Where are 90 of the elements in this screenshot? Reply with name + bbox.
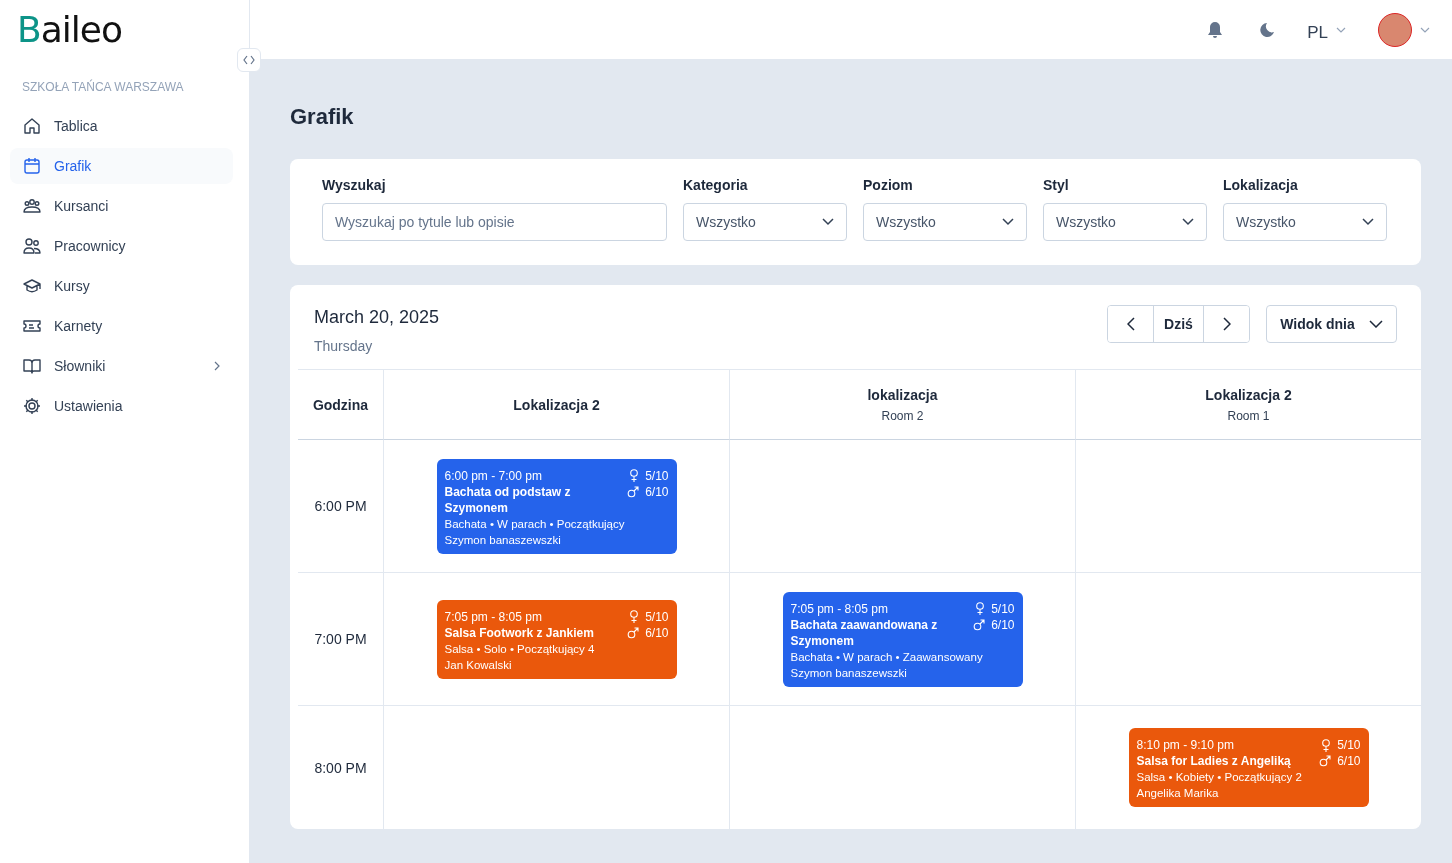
sidebar-item[interactable]: Kursanci xyxy=(10,188,233,224)
event-teacher: Jan Kowalski xyxy=(444,657,513,673)
field-label: Poziom xyxy=(863,177,913,193)
female-icon xyxy=(629,469,640,482)
field-label: Lokalizacja xyxy=(1223,177,1298,193)
male-count: 6/10 xyxy=(645,483,669,500)
event-details: Salsa • Kobiety • Początkujący 2 xyxy=(1136,770,1303,785)
event-details: Salsa • Solo • Początkujący 4 xyxy=(444,641,596,657)
male-icon xyxy=(1319,755,1332,767)
chevrons-icon xyxy=(243,55,255,65)
female-count: 5/10 xyxy=(645,467,669,484)
people-icon xyxy=(22,196,42,216)
time-label: 6:00 PM xyxy=(314,498,367,514)
event-time: 8:10 pm - 9:10 pm xyxy=(1136,737,1235,753)
chevron-down-icon xyxy=(1368,320,1383,328)
field-label: Kategoria xyxy=(683,177,748,193)
male-icon xyxy=(627,626,640,639)
chevron-down-icon xyxy=(1362,218,1374,226)
language-selector[interactable]: PL xyxy=(1307,16,1346,43)
search-field[interactable]: Wyszukaj po tytule lub opisie xyxy=(322,203,667,241)
view-dropdown[interactable]: Widok dnia xyxy=(1266,305,1397,343)
sidebar-item[interactable]: Grafik xyxy=(10,148,233,184)
column-header: lokalizacja xyxy=(867,386,938,403)
column-header: Godzina xyxy=(312,396,369,413)
dropdown[interactable]: Wszystko xyxy=(683,203,847,241)
event-title: Salsa Footwork z Jankiem xyxy=(444,624,594,641)
chevron-down-icon xyxy=(1336,26,1346,33)
field-label: Styl xyxy=(1043,177,1069,193)
field-label: Wyszukaj xyxy=(322,177,386,193)
page-title: Grafik xyxy=(290,104,355,130)
sidebar-item[interactable]: Słowniki xyxy=(10,348,233,384)
event-title: Bachata od podstaw z Szymonem xyxy=(444,483,572,516)
dropdown[interactable]: Wszystko xyxy=(1223,203,1387,241)
male-count: 6/10 xyxy=(1337,753,1361,769)
event-details: Bachata • W parach • Początkujący xyxy=(444,516,626,532)
event-card[interactable]: 6:00 pm - 7:00 pm Bachata od podstaw z Szymonem 5/10 6/10 Bachata • W parach • Początkujący Szymon banaszewszki xyxy=(436,458,677,554)
female-count: 5/10 xyxy=(645,608,669,625)
female-icon xyxy=(629,610,640,623)
event-title: Salsa for Ladies z Angeliką xyxy=(1136,753,1291,769)
female-icon xyxy=(975,602,986,615)
male-icon xyxy=(627,485,640,498)
collapse-toggle-button[interactable] xyxy=(237,48,261,72)
male-count: 6/10 xyxy=(991,616,1015,633)
female-count: 5/10 xyxy=(991,600,1015,617)
chevron-down-icon xyxy=(1182,218,1194,226)
event-teacher: Szymon banaszewszki xyxy=(444,532,562,548)
sidebar-item[interactable]: Kursy xyxy=(10,268,233,304)
calendar-icon xyxy=(22,156,42,176)
column-header: Lokalizacja 2 xyxy=(1205,386,1292,403)
event-title: Bachata zaawandowana z Szymonem xyxy=(790,616,939,649)
chevron-down-icon xyxy=(822,218,834,226)
dropdown[interactable]: Wszystko xyxy=(1043,203,1207,241)
chevron-right-icon xyxy=(1222,317,1231,331)
sidebar-item[interactable]: Karnety xyxy=(10,308,233,344)
home-icon xyxy=(22,116,42,136)
column-subheader: Room 2 xyxy=(881,408,924,423)
weekday: Thursday xyxy=(314,338,373,354)
male-count: 6/10 xyxy=(645,624,669,641)
event-teacher: Szymon banaszewszki xyxy=(790,665,908,681)
time-label: 7:00 PM xyxy=(314,631,367,647)
chevron-down-icon xyxy=(1002,218,1014,226)
sidebar-item[interactable]: Tablica xyxy=(10,108,233,144)
moon-icon[interactable] xyxy=(1257,20,1276,39)
sidebar-item[interactable]: Pracownicy xyxy=(10,228,233,264)
male-icon xyxy=(973,618,986,631)
sidebar-item[interactable]: Ustawienia xyxy=(10,388,233,424)
event-time: 7:05 pm - 8:05 pm xyxy=(790,600,889,617)
avatar[interactable] xyxy=(1378,12,1412,47)
logo: Baileo xyxy=(17,10,122,50)
book-icon xyxy=(22,356,42,376)
female-count: 5/10 xyxy=(1337,737,1361,753)
event-card[interactable]: 8:10 pm - 9:10 pm Salsa for Ladies z Angeliką 5/10 6/10 Salsa • Kobiety • Początkujący 2 Angelika Marika xyxy=(1128,728,1369,807)
section-heading: SZKOŁA TAŃCA WARSZAWA xyxy=(22,80,184,94)
calendar-date: March 20, 2025 xyxy=(314,307,440,328)
today-button[interactable]: Dziś xyxy=(1153,306,1204,342)
event-card[interactable]: 7:05 pm - 8:05 pm Bachata zaawandowana z Szymonem 5/10 6/10 Bachata • W parach • Zaawansowany Szymon banaszewszki xyxy=(782,591,1023,687)
chevron-down-icon[interactable] xyxy=(1420,26,1430,33)
event-time: 6:00 pm - 7:00 pm xyxy=(444,467,543,484)
event-card[interactable]: 7:05 pm - 8:05 pm Salsa Footwork z Jankiem 5/10 6/10 Salsa • Solo • Początkujący 4 Jan Kowalski xyxy=(436,599,677,679)
event-teacher: Angelika Marika xyxy=(1136,786,1220,801)
female-icon xyxy=(1321,738,1332,752)
event-time: 7:05 pm - 8:05 pm xyxy=(444,608,543,625)
chevron-left-icon xyxy=(1126,317,1135,331)
users-icon xyxy=(22,236,42,256)
settings-icon xyxy=(22,396,42,416)
column-subheader: Room 1 xyxy=(1227,408,1270,423)
dropdown[interactable]: Wszystko xyxy=(863,203,1027,241)
column-header: Lokalizacja 2 xyxy=(513,396,600,413)
event-details: Bachata • W parach • Zaawansowany xyxy=(790,649,984,665)
time-label: 8:00 PM xyxy=(314,759,367,776)
